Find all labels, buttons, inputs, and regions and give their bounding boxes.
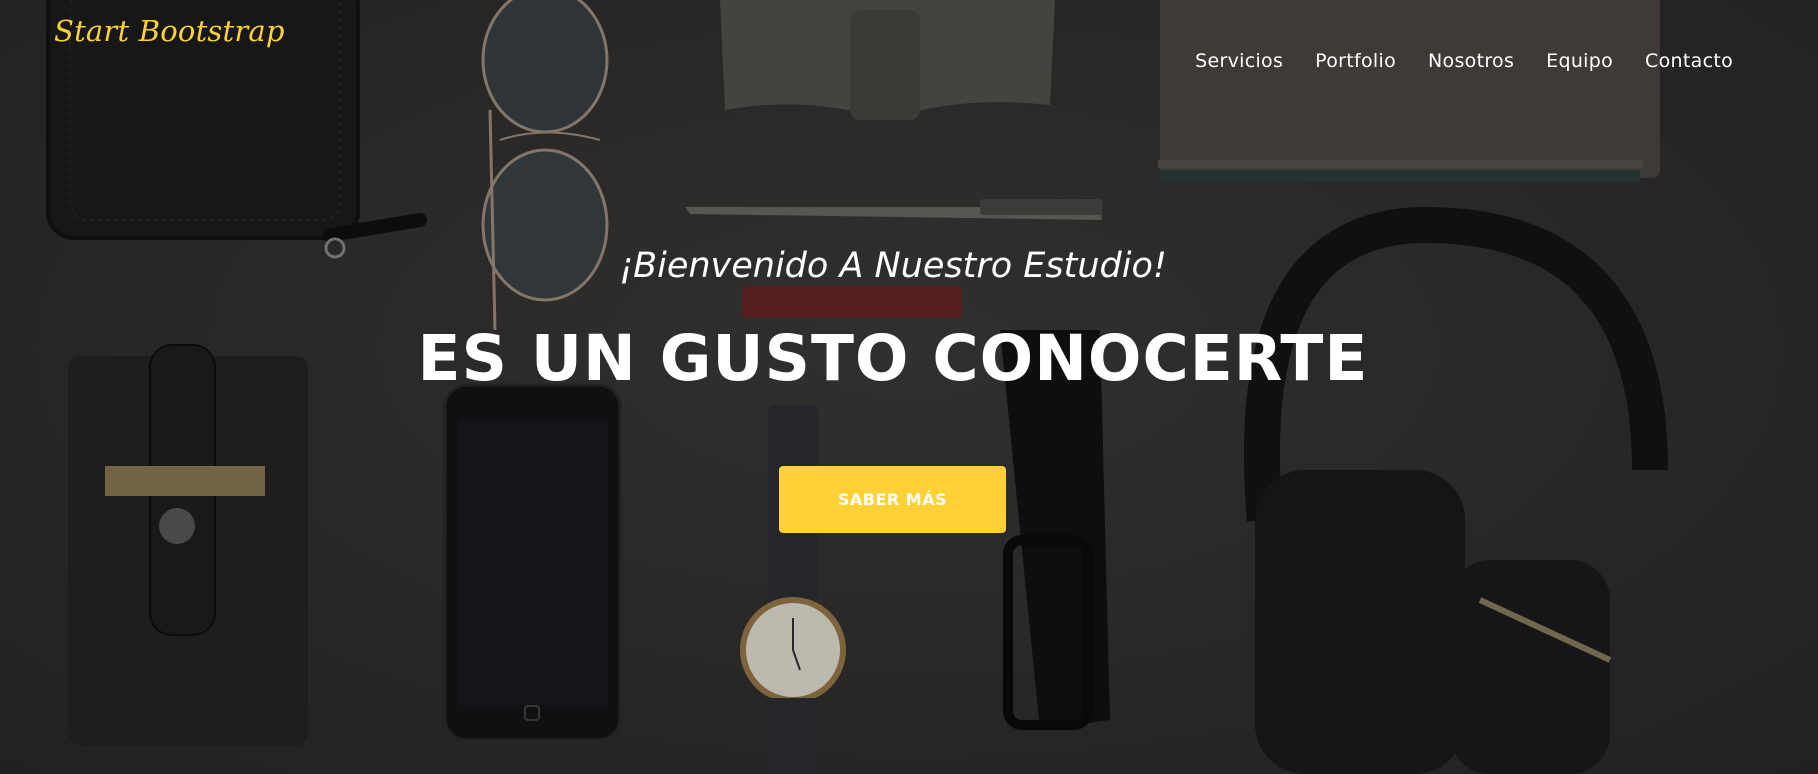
nav-link-portfolio[interactable]: Portfolio (1315, 50, 1396, 72)
nav-link-servicios[interactable]: Servicios (1195, 50, 1283, 72)
nav-link-contacto[interactable]: Contacto (1645, 50, 1733, 72)
hero-subheading: ¡Bienvenido A Nuestro Estudio! (619, 246, 1167, 286)
nav-menu: Servicios Portfolio Nosotros Equipo Cont… (1195, 50, 1733, 72)
saber-mas-button[interactable]: SABER MÁS (779, 466, 1006, 533)
nav-link-equipo[interactable]: Equipo (1546, 50, 1613, 72)
nav-link-nosotros[interactable]: Nosotros (1428, 50, 1514, 72)
hero-heading: ES UN GUSTO CONOCERTE (417, 322, 1369, 395)
brand-logo[interactable]: Start Bootstrap (54, 14, 285, 48)
